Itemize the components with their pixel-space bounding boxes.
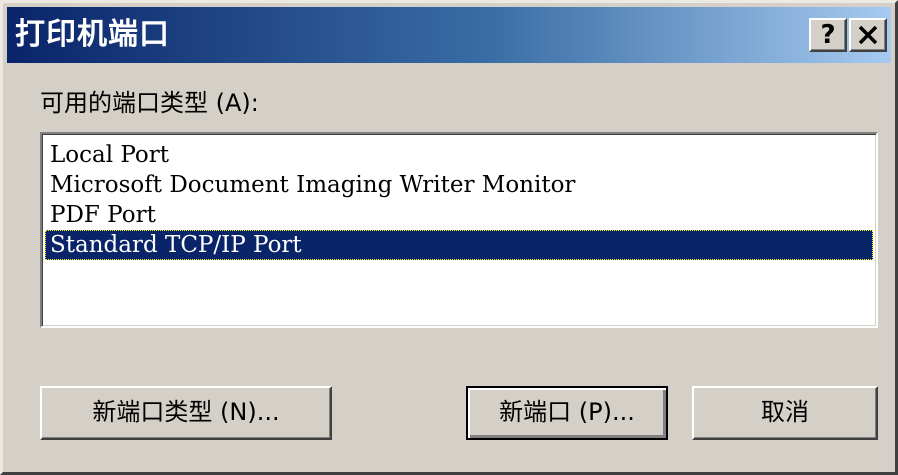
title-bar[interactable]: 打印机端口 ?: [7, 7, 891, 63]
port-types-label: 可用的端口类型 (A):: [40, 89, 259, 117]
close-icon: [857, 23, 879, 53]
dialog-title: 打印机端口: [15, 17, 170, 52]
cancel-button[interactable]: 取消: [692, 386, 878, 440]
new-port-button[interactable]: 新端口 (P)...: [466, 386, 668, 440]
help-button[interactable]: ?: [809, 18, 847, 52]
list-item-pdf-port[interactable]: PDF Port: [45, 200, 873, 230]
port-types-listbox[interactable]: Local Port Microsoft Document Imaging Wr…: [40, 132, 878, 328]
close-button[interactable]: [849, 18, 887, 52]
list-item-local-port[interactable]: Local Port: [45, 140, 873, 170]
list-item-standard-tcpip-port[interactable]: Standard TCP/IP Port: [45, 230, 873, 260]
list-item-document-imaging-writer[interactable]: Microsoft Document Imaging Writer Monito…: [45, 170, 873, 200]
new-port-type-button[interactable]: 新端口类型 (N)...: [40, 386, 332, 440]
